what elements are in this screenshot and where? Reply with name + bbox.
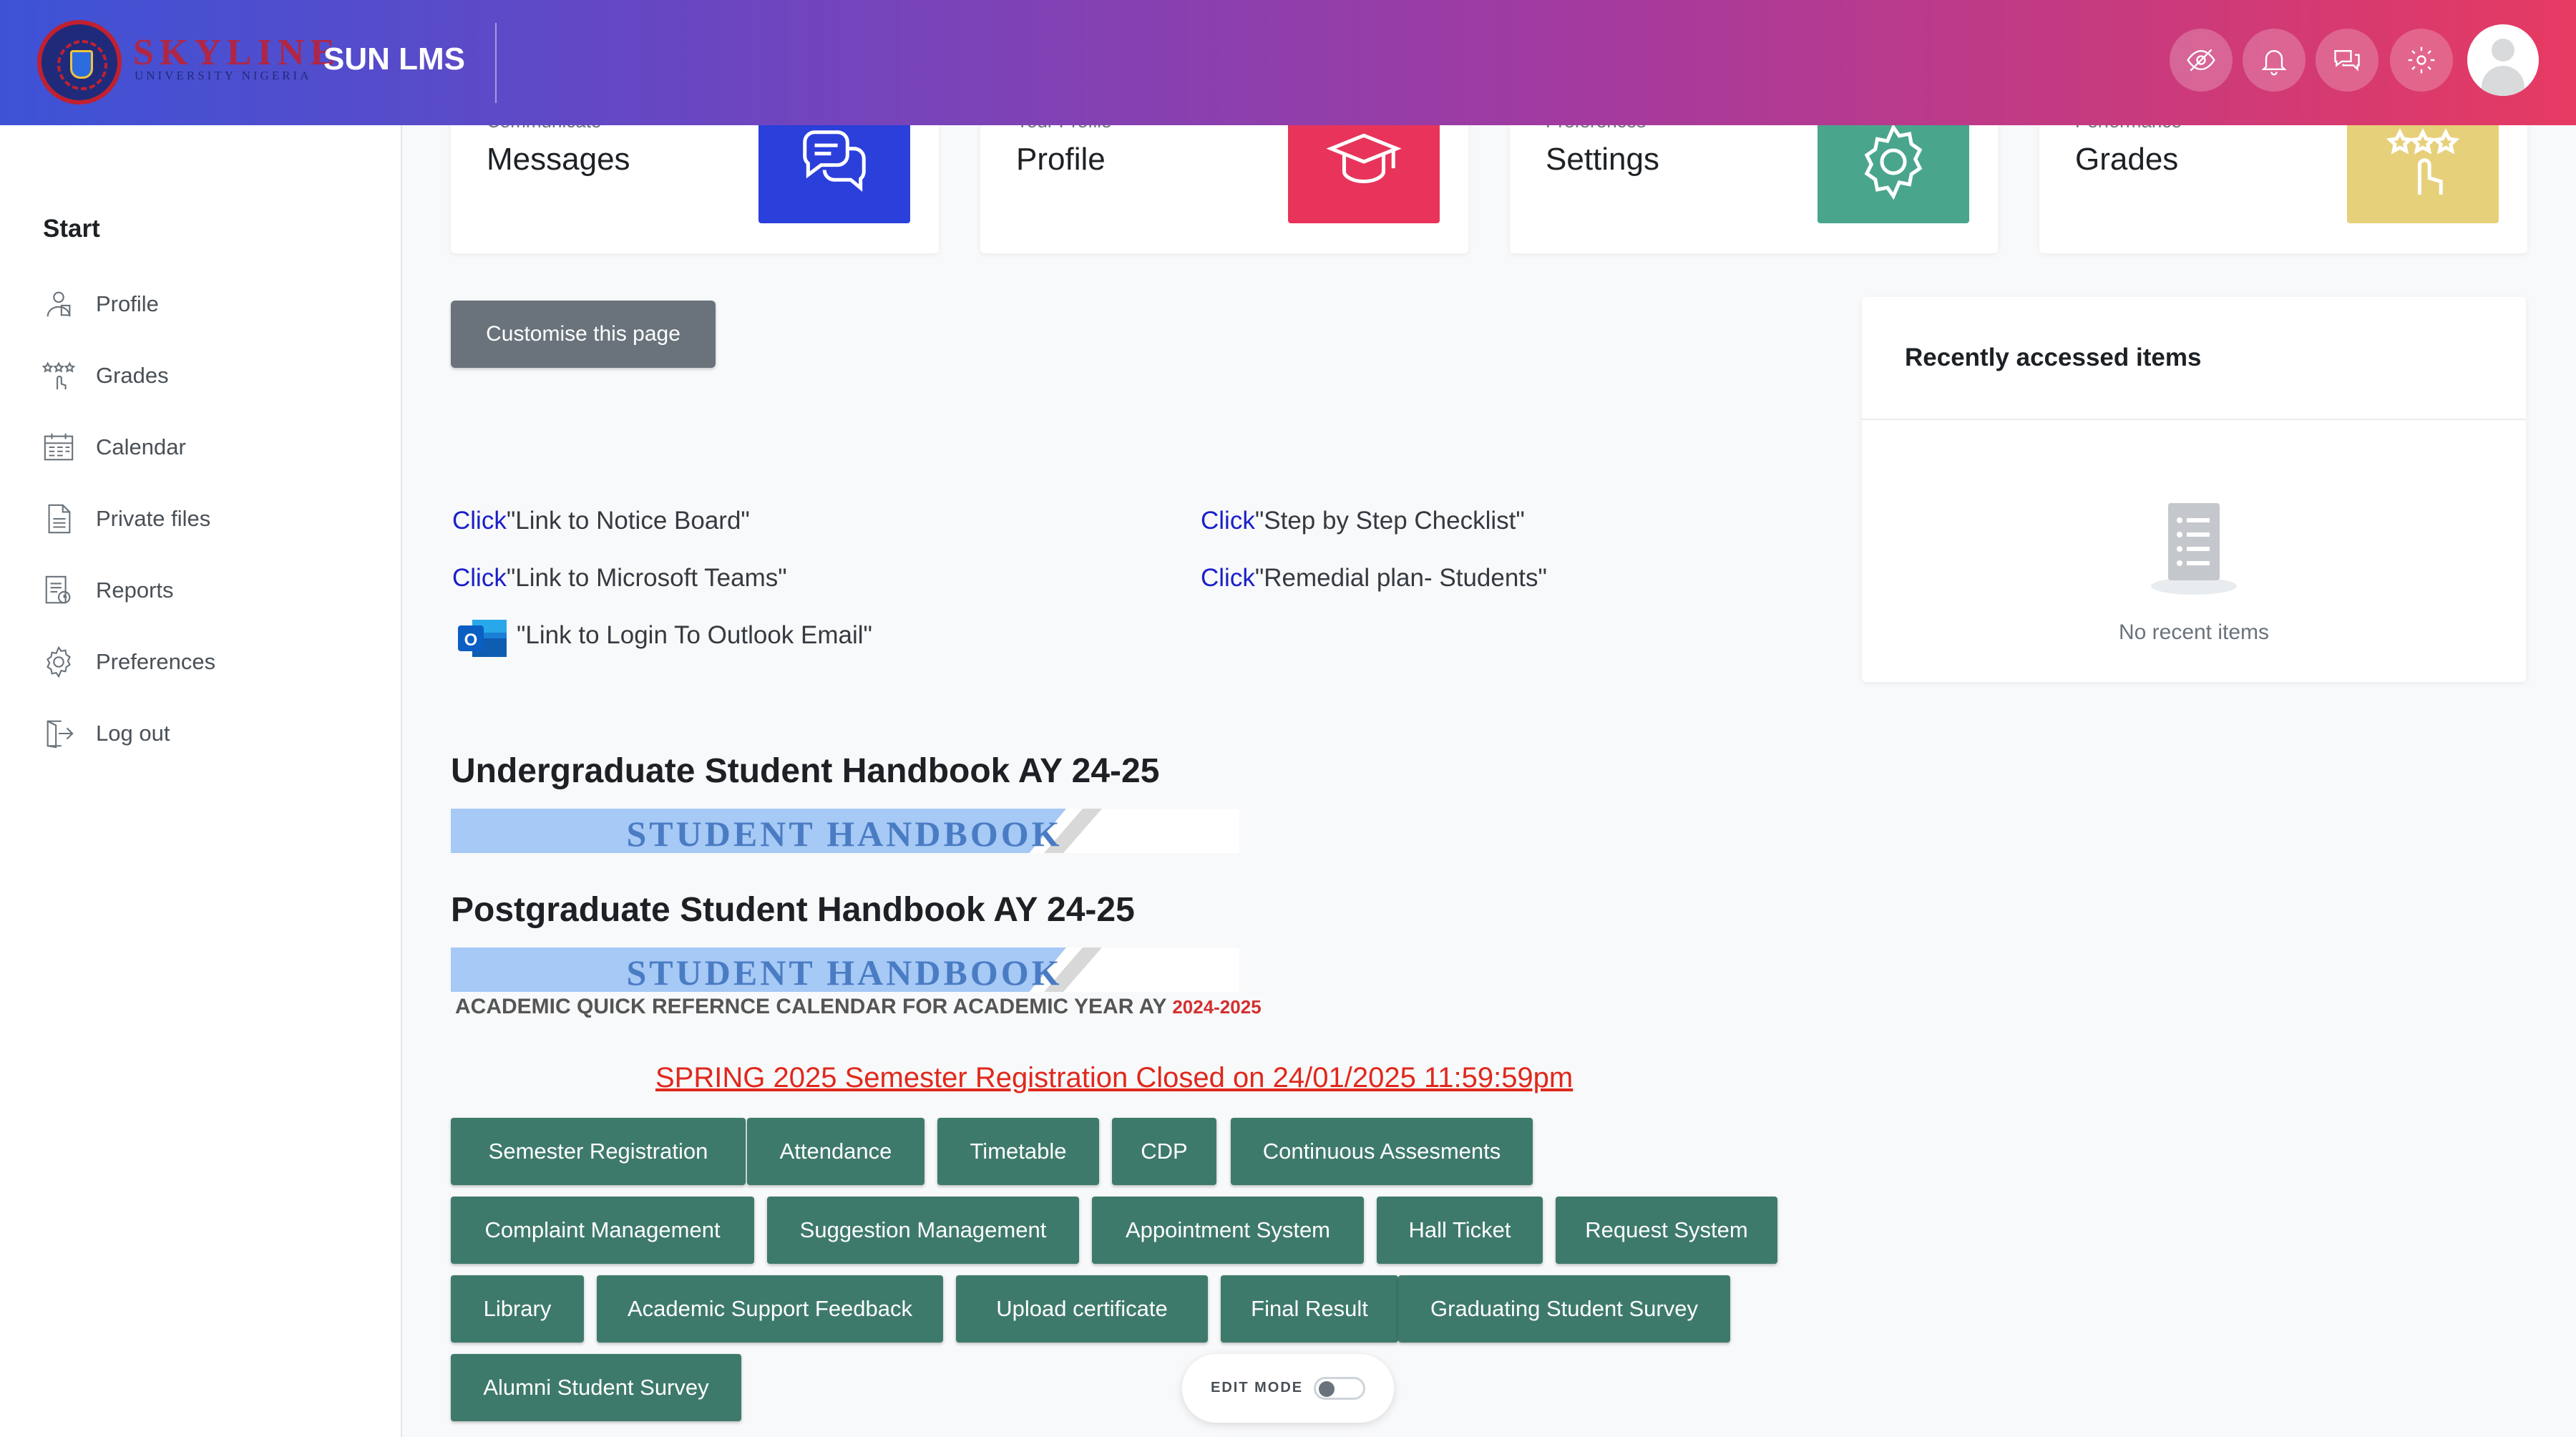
user-avatar[interactable] (2467, 24, 2539, 96)
link-outlook-email[interactable]: "Link to Login To Outlook Email" (517, 621, 872, 650)
sidebar-item-label: Log out (96, 721, 170, 746)
sidebar-item-logout[interactable]: Log out (40, 712, 369, 755)
sidebar-item-private-files[interactable]: Private files (40, 497, 369, 540)
attendance-button[interactable]: Attendance (747, 1118, 924, 1185)
link-remedial-plan[interactable]: Click"Remedial plan- Students" (1201, 564, 1547, 593)
chat-icon (803, 130, 866, 193)
graduation-cap-icon (1326, 133, 1402, 184)
alumni-student-survey-button[interactable]: Alumni Student Survey (451, 1354, 741, 1421)
header-divider (495, 23, 497, 103)
notifications-button[interactable] (2243, 29, 2306, 92)
recent-empty-text: No recent items (2118, 620, 2270, 644)
sidebar-item-profile[interactable]: Profile (40, 283, 369, 326)
logout-icon (40, 715, 77, 752)
edit-mode-switch[interactable]: EDIT MODE (1182, 1354, 1394, 1423)
sidebar-item-label: Profile (96, 291, 159, 316)
link-text: "Link to Login To Outlook Email" (517, 621, 872, 649)
gear-icon (1864, 123, 1923, 200)
request-system-button[interactable]: Request System (1556, 1197, 1777, 1264)
click-link[interactable]: Click (1201, 564, 1255, 592)
cdp-button[interactable]: CDP (1112, 1118, 1216, 1185)
library-button[interactable]: Library (451, 1275, 584, 1343)
timetable-button[interactable]: Timetable (937, 1118, 1099, 1185)
settings-button[interactable] (2390, 29, 2453, 92)
sidebar-item-grades[interactable]: Grades (40, 354, 369, 397)
gear-icon (40, 643, 77, 681)
click-link[interactable]: Click (452, 507, 507, 535)
logo-wordmark: SKYLINE (133, 32, 341, 73)
sidebar-heading: Start (43, 215, 100, 243)
reports-icon (40, 572, 77, 609)
recent-block-title: Recently accessed items (1905, 344, 2202, 371)
sidebar-item-calendar[interactable]: Calendar (40, 426, 369, 469)
click-link[interactable]: Click (452, 564, 507, 592)
click-link[interactable]: Click (1201, 507, 1255, 535)
profile-icon (40, 286, 77, 323)
banner-text: STUDENT HANDBOOK (626, 814, 1063, 853)
svg-text:O: O (464, 630, 478, 650)
link-text: "Link to Notice Board" (506, 507, 750, 535)
link-step-checklist[interactable]: Click"Step by Step Checklist" (1201, 507, 1525, 535)
outlook-icon[interactable]: O (458, 615, 508, 661)
sidebar-item-label: Grades (96, 363, 169, 388)
link-microsoft-teams[interactable]: Click"Link to Microsoft Teams" (452, 564, 787, 593)
messages-icon (2334, 49, 2360, 72)
hall-ticket-button[interactable]: Hall Ticket (1377, 1197, 1543, 1264)
calendar-text: ACADEMIC QUICK REFERNCE CALENDAR FOR ACA… (455, 995, 1166, 1018)
final-result-button[interactable]: Final Result (1221, 1275, 1398, 1343)
link-text: "Link to Microsoft Teams" (506, 564, 787, 592)
undergrad-handbook-title: Undergraduate Student Handbook AY 24-25 (451, 752, 1160, 790)
appointment-system-button[interactable]: Appointment System (1092, 1197, 1364, 1264)
academic-support-feedback-button[interactable]: Academic Support Feedback (597, 1275, 943, 1343)
grades-icon (40, 357, 77, 394)
hide-blocks-button[interactable] (2170, 29, 2233, 92)
calendar-year: 2024-2025 (1172, 996, 1262, 1018)
sidebar-item-label: Reports (96, 578, 174, 603)
settings-icon (2408, 47, 2435, 74)
continuous-assessments-button[interactable]: Continuous Assesments (1231, 1118, 1533, 1185)
calendar-icon (40, 429, 77, 466)
card-title: Grades (2075, 142, 2179, 177)
card-title: Settings (1546, 142, 1659, 177)
registration-notice[interactable]: SPRING 2025 Semester Registration Closed… (655, 1062, 1573, 1094)
semester-registration-button[interactable]: Semester Registration (451, 1118, 746, 1185)
edit-mode-toggle[interactable] (1314, 1377, 1365, 1400)
sidebar-item-preferences[interactable]: Preferences (40, 640, 369, 683)
card-title: Messages (487, 142, 630, 177)
recently-accessed-block: Recently accessed items No recent items (1862, 297, 2526, 682)
link-text: "Remedial plan- Students" (1254, 564, 1547, 592)
sidebar-item-reports[interactable]: Reports (40, 569, 369, 612)
avatar-head (2492, 39, 2514, 62)
messages-button[interactable] (2316, 29, 2379, 92)
academic-calendar-link[interactable]: ACADEMIC QUICK REFERNCE CALENDAR FOR ACA… (455, 995, 1262, 1023)
sidebar: Start Profile Grades Calendar Private fi… (0, 125, 402, 1437)
sidebar-item-label: Calendar (96, 434, 186, 459)
graduating-student-survey-button[interactable]: Graduating Student Survey (1398, 1275, 1730, 1343)
edit-mode-label: EDIT MODE (1211, 1380, 1304, 1395)
hide-icon (2187, 49, 2215, 72)
link-notice-board[interactable]: Click"Link to Notice Board" (452, 507, 750, 535)
notifications-icon (2261, 50, 2287, 76)
postgrad-handbook-banner[interactable]: STUDENT HANDBOOK (451, 948, 1239, 992)
postgrad-handbook-title: Postgraduate Student Handbook AY 24-25 (451, 891, 1135, 929)
logo-subtext: UNIVERSITY NIGERIA (135, 69, 312, 82)
card-title: Profile (1016, 142, 1106, 177)
complaint-management-button[interactable]: Complaint Management (451, 1197, 754, 1264)
sidebar-item-label: Preferences (96, 649, 216, 674)
site-name[interactable]: SUN LMS (323, 42, 465, 77)
suggestion-management-button[interactable]: Suggestion Management (767, 1197, 1079, 1264)
avatar-body (2482, 66, 2524, 96)
university-logo[interactable] (37, 20, 122, 104)
customise-page-button[interactable]: Customise this page (451, 301, 716, 368)
file-icon (40, 500, 77, 537)
banner-text: STUDENT HANDBOOK (626, 953, 1063, 992)
divider (1862, 419, 2526, 420)
empty-list-icon (2142, 497, 2245, 598)
sidebar-item-label: Private files (96, 506, 211, 531)
upload-certificate-button[interactable]: Upload certificate (956, 1275, 1208, 1343)
link-text: "Step by Step Checklist" (1254, 507, 1525, 535)
stars-hand-icon (2386, 128, 2460, 195)
top-navbar: SKYLINE UNIVERSITY NIGERIA SUN LMS (0, 0, 2576, 125)
undergrad-handbook-banner[interactable]: STUDENT HANDBOOK (451, 809, 1239, 853)
